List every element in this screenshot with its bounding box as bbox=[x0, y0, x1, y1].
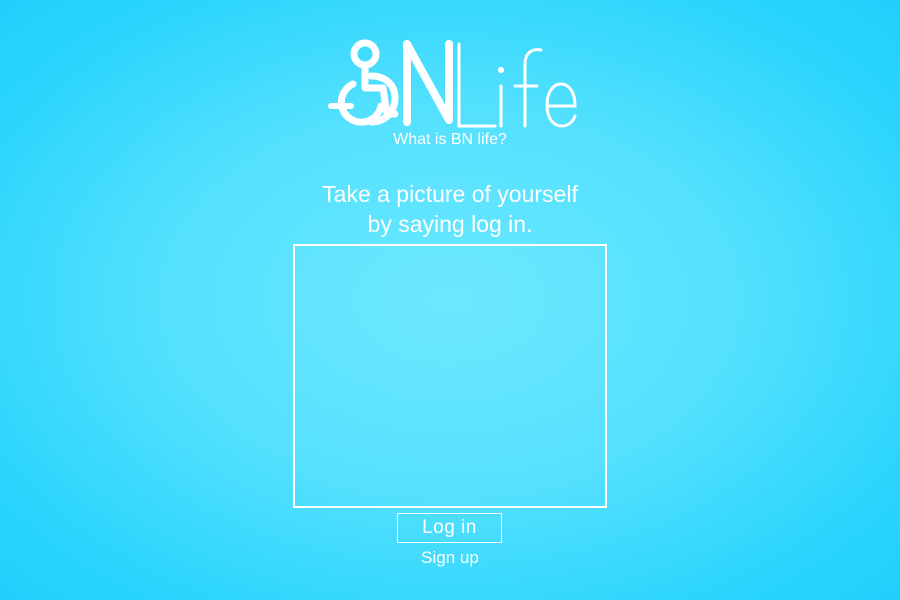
login-instructions: Take a picture of yourself by saying log… bbox=[0, 179, 900, 239]
logo-letter-n bbox=[403, 40, 453, 126]
instruction-line-1: Take a picture of yourself bbox=[322, 181, 578, 207]
logo-letter-e bbox=[545, 82, 577, 128]
brand-logo bbox=[325, 36, 580, 128]
signup-link[interactable]: Sign up bbox=[0, 548, 900, 568]
bnlife-logo-svg bbox=[328, 39, 577, 128]
camera-preview-frame bbox=[293, 244, 607, 508]
instruction-line-2: by saying log in. bbox=[367, 211, 533, 237]
logo-letter-i bbox=[497, 66, 505, 128]
login-button[interactable]: Log in bbox=[397, 513, 502, 543]
logo-letter-l bbox=[457, 42, 497, 128]
what-is-bnlife-link[interactable]: What is BN life? bbox=[0, 131, 900, 149]
logo-letter-f bbox=[513, 48, 543, 128]
wheelchair-icon bbox=[328, 39, 399, 126]
